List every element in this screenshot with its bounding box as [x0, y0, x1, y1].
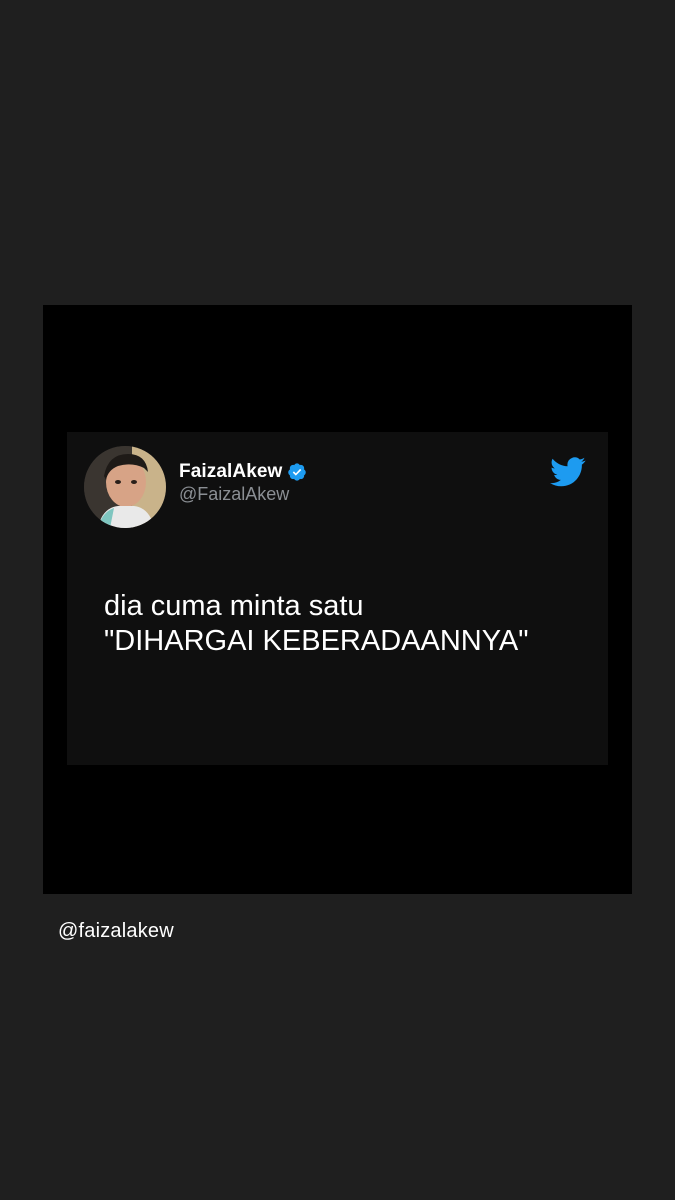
tweet-text-line: dia cuma minta satu: [104, 590, 364, 622]
avatar: [84, 446, 166, 528]
tweet-text: dia cuma minta satu "DIHARGAI KEBERADAAN…: [104, 589, 529, 659]
tweet-card: FaizalAkew @FaizalAkew dia cuma minta sa…: [67, 432, 608, 765]
tweet-text-line: "DIHARGAI KEBERADAANNYA": [104, 625, 529, 657]
twitter-bird-icon: [550, 457, 586, 487]
user-name-row: FaizalAkew: [179, 461, 307, 483]
display-name[interactable]: FaizalAkew: [179, 461, 282, 483]
story-media-frame: FaizalAkew @FaizalAkew dia cuma minta sa…: [43, 305, 632, 894]
verified-badge-icon: [287, 462, 307, 482]
user-handle[interactable]: @FaizalAkew: [179, 484, 289, 505]
mention-caption[interactable]: @faizalakew: [58, 920, 174, 943]
